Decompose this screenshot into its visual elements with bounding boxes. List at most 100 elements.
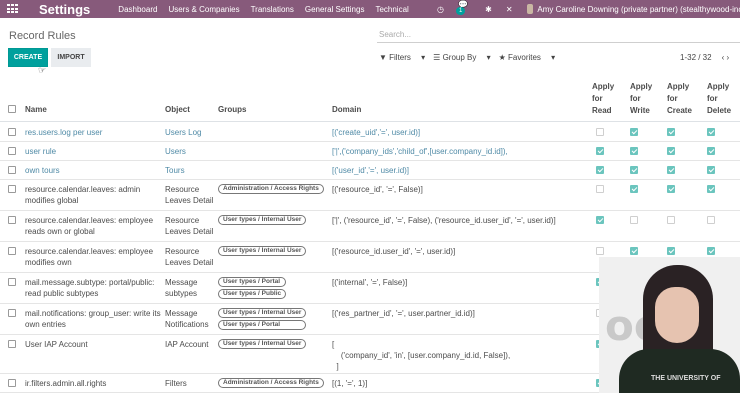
group-tag: User types / Internal User — [218, 308, 307, 318]
group-tag: User types / Internal User — [218, 246, 307, 256]
cell-groups: User types / Internal User User types / P… — [218, 308, 307, 332]
cell-domain: [ ('company_id', 'in', [user.company_id.… — [332, 340, 511, 371]
perm-read-checkbox — [596, 247, 604, 255]
apps-menu-icon[interactable] — [7, 4, 21, 14]
favorites-dropdown[interactable]: ★ Favorites ▾ — [499, 53, 556, 62]
perm-read-checkbox — [596, 185, 604, 193]
table-row[interactable]: user rule Users ['|',('company_ids','child… — [0, 142, 740, 161]
menu-dashboard[interactable]: Dashboard — [118, 5, 157, 14]
row-checkbox[interactable] — [8, 278, 16, 286]
cell-object: Users Log — [165, 128, 202, 137]
header-apply-write[interactable]: Apply for Write — [630, 81, 662, 117]
group-tag: User types / Internal User — [218, 215, 307, 225]
cell-name: User IAP Account — [25, 340, 88, 349]
list-header: Name Object Groups Domain Apply for Read A… — [0, 78, 740, 122]
row-checkbox[interactable] — [8, 147, 16, 155]
close-x-icon[interactable]: ✕ — [506, 5, 513, 14]
perm-create-checkbox — [667, 166, 675, 174]
perm-read-checkbox — [596, 128, 604, 136]
perm-write-checkbox — [630, 128, 638, 136]
row-checkbox[interactable] — [8, 247, 16, 255]
group-tag: Administration / Access Rights — [218, 184, 324, 194]
row-checkbox[interactable] — [8, 309, 16, 317]
cell-name: resource.calendar.leaves: employee modifi… — [25, 247, 154, 267]
presenter-shirt — [619, 349, 740, 393]
group-tag: User types / Portal — [218, 320, 307, 330]
table-row[interactable]: res.users.log per user Users Log [('create… — [0, 123, 740, 142]
presenter-face — [655, 287, 699, 343]
menu-users-companies[interactable]: Users & Companies — [168, 5, 239, 14]
perm-read-checkbox — [596, 147, 604, 155]
group-tag: User types / Public — [218, 289, 287, 299]
menu-technical[interactable]: Technical — [375, 5, 408, 14]
perm-create-checkbox — [667, 185, 675, 193]
cell-object: IAP Account — [165, 340, 209, 349]
top-navbar: Settings Dashboard Users & Companies Tra… — [0, 0, 740, 18]
activity-clock-icon[interactable]: ◷ — [437, 5, 444, 14]
menu-translations[interactable]: Translations — [251, 5, 294, 14]
row-checkbox[interactable] — [8, 128, 16, 136]
cell-groups: User types / Internal User — [218, 246, 307, 258]
user-menu[interactable]: Amy Caroline Downing (private partner) (… — [537, 5, 740, 14]
import-button[interactable]: IMPORT — [51, 48, 91, 67]
cell-name: res.users.log per user — [25, 128, 103, 137]
header-domain[interactable]: Domain — [332, 104, 361, 116]
cell-groups: User types / Portal User types / Public — [218, 277, 287, 301]
app-title[interactable]: Settings — [39, 2, 90, 17]
perm-write-checkbox — [630, 147, 638, 155]
group-tag: User types / Internal User — [218, 339, 307, 349]
perm-delete-checkbox — [707, 166, 715, 174]
perm-write-checkbox — [630, 247, 638, 255]
row-checkbox[interactable] — [8, 185, 16, 193]
row-checkbox[interactable] — [8, 216, 16, 224]
perm-write-checkbox — [630, 166, 638, 174]
cell-groups: User types / Internal User — [218, 215, 307, 227]
cell-domain: ['|',('company_ids','child_of',[user.com… — [332, 147, 508, 156]
header-object[interactable]: Object — [165, 104, 190, 116]
table-row[interactable]: resource.calendar.leaves: employee reads … — [0, 211, 740, 242]
perm-create-checkbox — [667, 128, 675, 136]
perm-create-checkbox — [667, 147, 675, 155]
groupby-dropdown[interactable]: ☰ Group By ▾ — [433, 53, 490, 62]
bug-debug-icon[interactable]: ✱ — [485, 5, 492, 14]
pager-arrows-icon[interactable]: ‹ › — [722, 53, 730, 62]
cell-domain: [('user_id','=', user.id)] — [332, 166, 410, 175]
header-groups[interactable]: Groups — [218, 104, 246, 116]
row-checkbox[interactable] — [8, 379, 16, 387]
cell-groups: User types / Internal User — [218, 339, 307, 351]
cell-groups: Administration / Access Rights — [218, 184, 324, 196]
search-input[interactable]: Search... — [377, 27, 740, 43]
pager[interactable]: 1-32 / 32 ‹ › — [680, 53, 729, 62]
filters-dropdown[interactable]: ▼ Filters ▾ — [379, 53, 425, 62]
group-tag: Administration / Access Rights — [218, 378, 324, 388]
cell-object: Resource Leaves Detail — [165, 216, 214, 236]
table-row[interactable]: own tours Tours [('user_id','=', user.id)] — [0, 161, 740, 180]
row-checkbox[interactable] — [8, 340, 16, 348]
cell-domain: ['|', ('resource_id', '=', False), ('res… — [332, 216, 556, 225]
cell-name: ir.filters.admin.all.rights — [25, 379, 107, 388]
perm-delete-checkbox — [707, 128, 715, 136]
avatar[interactable] — [526, 4, 534, 14]
breadcrumb: Record Rules — [9, 30, 76, 42]
table-row[interactable]: resource.calendar.leaves: admin modifies … — [0, 180, 740, 211]
header-apply-create[interactable]: Apply for Create — [667, 81, 699, 117]
cell-name: resource.calendar.leaves: employee reads … — [25, 216, 154, 236]
message-count-badge: 1 — [455, 6, 466, 15]
perm-write-checkbox — [630, 185, 638, 193]
row-checkbox[interactable] — [8, 166, 16, 174]
header-name[interactable]: Name — [25, 104, 47, 116]
header-apply-read[interactable]: Apply for Read — [592, 81, 624, 117]
perm-write-checkbox — [630, 216, 638, 224]
select-all-checkbox[interactable] — [8, 105, 16, 113]
perm-read-checkbox — [596, 166, 604, 174]
cell-domain: [('res_partner_id', '=', user.partner_id… — [332, 309, 475, 318]
cell-name: mail.message.subtype: portal/public: read… — [25, 278, 155, 298]
messages-icon[interactable]: 💬1 — [455, 0, 471, 19]
cell-domain: [('resource_id.user_id', '=', user.id)] — [332, 247, 456, 256]
header-apply-delete[interactable]: Apply for Delete — [707, 81, 739, 117]
cell-name: own tours — [25, 166, 60, 175]
menu-general-settings[interactable]: General Settings — [305, 5, 365, 14]
shirt-text: THE UNIVERSITY OF — [651, 375, 721, 382]
cell-groups: Administration / Access Rights — [218, 378, 324, 390]
cell-object: Filters — [165, 379, 187, 388]
